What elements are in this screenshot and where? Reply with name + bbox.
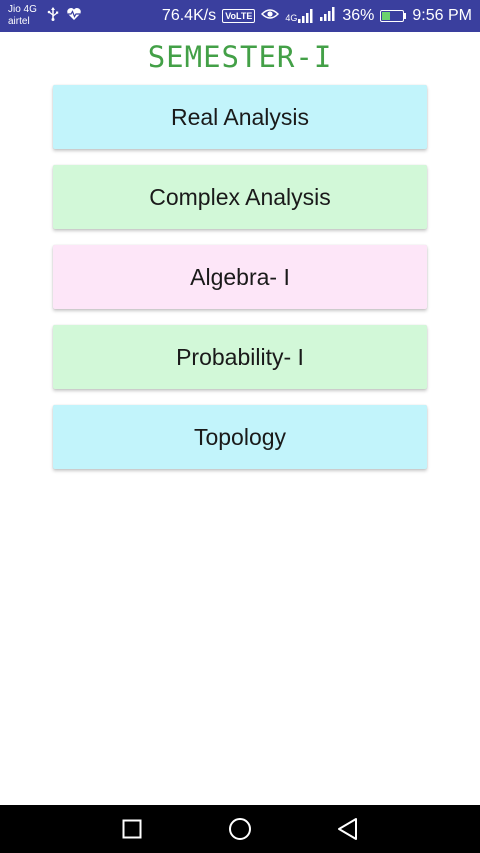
battery-body	[380, 10, 405, 22]
subject-button-complex-analysis[interactable]: Complex Analysis	[53, 165, 427, 229]
navigation-bar	[0, 805, 480, 853]
battery-tip	[404, 13, 407, 19]
page-title: SEMESTER-I	[147, 40, 333, 74]
net-speed: 76.4K/s	[161, 7, 217, 24]
signal-icon	[320, 6, 336, 26]
status-right: 76.4K/s VoLTE 4G 36% 9:56 PM	[161, 6, 472, 26]
carrier-info: Jio 4G airtel	[8, 4, 44, 28]
eye-icon	[261, 7, 280, 25]
carrier-line2: airtel	[8, 16, 30, 27]
app-screen: Jio 4G airtel 76.4K/s VoLTE 4G 36% 9:56 …	[0, 0, 480, 853]
recents-button[interactable]	[120, 817, 144, 841]
subject-button-probability-i[interactable]: Probability- I	[53, 325, 427, 389]
subject-button-real-analysis[interactable]: Real Analysis	[53, 85, 427, 149]
status-bar: Jio 4G airtel 76.4K/s VoLTE 4G 36% 9:56 …	[0, 0, 480, 32]
back-button[interactable]	[336, 817, 360, 841]
subject-button-algebra-i[interactable]: Algebra- I	[53, 245, 427, 309]
battery-charging-icon	[380, 10, 407, 22]
subject-button-topology[interactable]: Topology	[53, 405, 427, 469]
subject-list: Real Analysis Complex Analysis Algebra- …	[53, 85, 427, 485]
status-icons-left	[46, 6, 82, 26]
volte-badge: VoLTE	[222, 9, 256, 23]
signal-4g-icon: 4G	[285, 9, 314, 23]
clock-time: 9:56 PM	[412, 7, 472, 24]
home-circle-icon	[229, 818, 251, 840]
heart-health-icon	[66, 7, 82, 26]
carrier-line1: Jio 4G	[8, 4, 37, 15]
usb-icon	[46, 6, 60, 26]
home-button[interactable]	[228, 817, 252, 841]
signal-4g-label: 4G	[285, 13, 298, 23]
battery-fill	[382, 12, 390, 20]
battery-percent: 36%	[342, 7, 375, 24]
recents-square-icon	[122, 819, 142, 839]
back-triangle-icon	[338, 818, 357, 840]
